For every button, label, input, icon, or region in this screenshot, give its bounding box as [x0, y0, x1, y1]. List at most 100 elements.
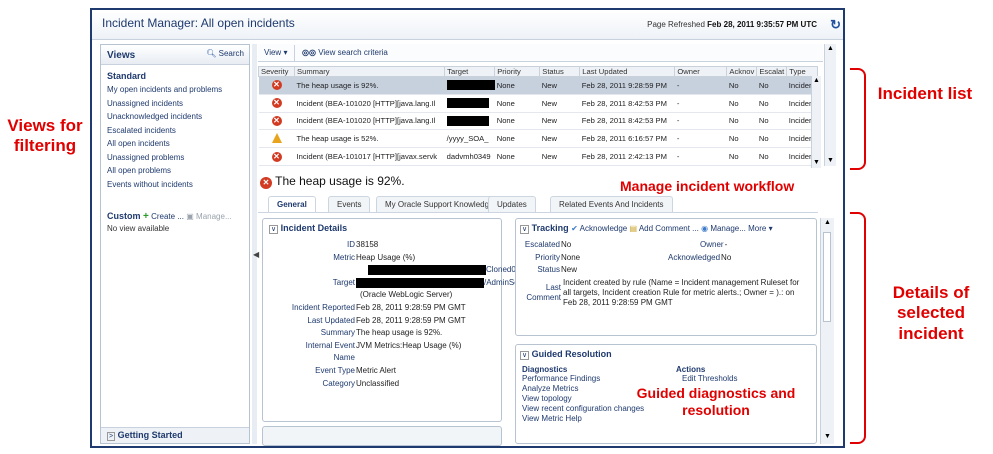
- severity-cell: ✕: [258, 147, 295, 166]
- table-row[interactable]: ✕ Incident (BEA-101020 [HTTP][java.lang.I…: [258, 112, 818, 131]
- chevron-down-icon: ▾: [283, 48, 288, 57]
- column-header[interactable]: Target: [444, 66, 496, 77]
- standard-view-link[interactable]: Unacknowledged incidents: [107, 110, 245, 124]
- add-comment-button[interactable]: ▤ Add Comment ...: [629, 224, 701, 233]
- table-row[interactable]: ✕ The heap usage is 92%. None New Feb 28, 20…: [258, 76, 818, 95]
- standard-view-link[interactable]: Unassigned problems: [107, 151, 245, 165]
- last-comment-value: Incident created by rule (Name = Inciden…: [563, 277, 800, 307]
- column-header[interactable]: Priority: [494, 66, 541, 77]
- field-value: Heap Usage (%): [356, 252, 416, 262]
- standard-view-link[interactable]: My open incidents and problems: [107, 83, 245, 97]
- add-comment-label: Add Comment ...: [638, 224, 699, 233]
- tracking-header[interactable]: ∨ Tracking: [520, 223, 571, 234]
- target-cell: [444, 76, 495, 95]
- last-updated-cell: Feb 28, 2011 9:28:59 PM: [579, 76, 675, 95]
- field-key: ID: [347, 240, 355, 249]
- actions-list: Edit Thresholds: [676, 374, 796, 384]
- tab-my-oracle-support-knowledge[interactable]: My Oracle Support Knowledge: [376, 196, 503, 212]
- acknowledged-cell: No: [726, 129, 757, 149]
- field-key: Target: [332, 277, 355, 287]
- escalated-cell: No: [756, 94, 787, 113]
- manage-incident-button[interactable]: ◉ Manage...: [701, 224, 748, 233]
- column-header[interactable]: Severity: [257, 66, 296, 77]
- incident-manager-window: Incident Manager: All open incidents Pag…: [90, 8, 845, 448]
- critical-icon: ✕: [271, 151, 282, 162]
- summary-cell: Incident (BEA-101020 [HTTP][java.lang.Il: [294, 94, 445, 113]
- field-key: Name: [333, 353, 355, 363]
- priority-cell: None: [494, 76, 540, 95]
- scroll-down-icon[interactable]: ▼: [825, 156, 836, 166]
- getting-started-section[interactable]: > Getting Started: [101, 427, 249, 443]
- detail-field-row: Internal EventJVM Metrics:Heap Usage (%): [267, 340, 501, 353]
- refresh-icon[interactable]: ↻: [830, 17, 841, 33]
- table-row[interactable]: ✕ Incident (BEA-101017 [HTTP][javax.servk…: [258, 147, 818, 166]
- incident-toolbar: View ▾ ◎◎ View search criteria: [258, 44, 823, 62]
- tab-updates[interactable]: Updates: [488, 196, 536, 212]
- redacted-target: [368, 265, 486, 276]
- getting-started-label: Getting Started: [117, 430, 183, 440]
- more-menu-button[interactable]: More ▾: [748, 224, 772, 233]
- table-inner-scrollbar[interactable]: ▲ ▼: [811, 76, 821, 168]
- table-scroll-up-icon[interactable]: ▲: [812, 76, 821, 86]
- comment-icon: ▤: [629, 224, 638, 233]
- manage-views-button[interactable]: ▣ Manage...: [186, 212, 231, 221]
- summary-cell: The heap usage is 92%.: [294, 76, 445, 95]
- toolbar-divider: [294, 45, 295, 61]
- field-key: Event Type: [315, 365, 355, 375]
- custom-views-row: Custom + Create ... ▣ Manage...: [107, 211, 245, 222]
- column-header[interactable]: Status: [539, 66, 581, 77]
- binoculars-icon: ◎◎: [302, 48, 316, 57]
- field-key: Category: [322, 378, 355, 388]
- panel-splitter[interactable]: [252, 44, 257, 444]
- standard-view-link[interactable]: Escalated incidents: [107, 124, 245, 138]
- standard-view-link[interactable]: All open problems: [107, 164, 245, 178]
- column-header[interactable]: Acknov: [726, 66, 758, 77]
- guided-resolution-header[interactable]: ∨ Guided Resolution: [520, 349, 612, 360]
- incident-list-brace: [850, 68, 866, 170]
- view-search-criteria-link[interactable]: ◎◎ View search criteria: [302, 48, 388, 57]
- column-header[interactable]: Last Updated: [579, 66, 676, 77]
- summary-cell: Incident (BEA-101017 [HTTP][javax.servk: [294, 147, 445, 166]
- acknowledged-value: No: [721, 252, 732, 262]
- incident-details-title: Incident Details: [280, 223, 348, 233]
- details-scroll-up-icon[interactable]: ▲: [821, 218, 834, 228]
- table-row[interactable]: The heap usage is 52%./yyyy_SOA_ None New F…: [258, 129, 818, 149]
- create-view-button[interactable]: + Create ...: [143, 211, 186, 222]
- tab-events[interactable]: Events: [328, 196, 371, 212]
- standard-view-link[interactable]: Unassigned incidents: [107, 97, 245, 111]
- detail-field-row: (Oracle WebLogic Server): [267, 289, 501, 302]
- target-cell: /yyyy_SOA_: [444, 129, 495, 149]
- collapse-left-icon[interactable]: ◀: [253, 250, 259, 259]
- views-search-link[interactable]: 🔍︎ Search: [206, 49, 244, 58]
- views-title: Views: [107, 50, 136, 61]
- critical-icon: ✕: [271, 98, 282, 109]
- acknowledge-button[interactable]: ✔ Acknowledge: [571, 224, 629, 233]
- details-scroll-down-icon[interactable]: ▼: [821, 432, 834, 442]
- field-key: Summary: [320, 328, 355, 338]
- tab-general[interactable]: General: [268, 196, 316, 212]
- column-header[interactable]: Escalat: [756, 66, 788, 77]
- incident-details-header[interactable]: ∨ Incident Details: [269, 223, 348, 234]
- column-header[interactable]: Owner: [674, 66, 728, 77]
- last-updated-cell: Feb 28, 2011 8:42:53 PM: [579, 112, 675, 131]
- scroll-up-icon[interactable]: ▲: [825, 44, 836, 54]
- more-label: More: [748, 224, 767, 233]
- incident-list-scrollbar[interactable]: ▲ ▼: [824, 44, 836, 166]
- priority-cell: None: [494, 94, 540, 113]
- column-header[interactable]: Summary: [294, 66, 446, 77]
- action-link[interactable]: Edit Thresholds: [682, 374, 796, 384]
- view-menu-button[interactable]: View ▾: [264, 48, 287, 57]
- standard-view-link[interactable]: All open incidents: [107, 137, 245, 151]
- table-row[interactable]: ✕ Incident (BEA-101020 [HTTP][java.lang.I…: [258, 94, 818, 113]
- incident-table-body: ✕ The heap usage is 92%. None New Feb 28, 20…: [258, 76, 818, 166]
- column-header[interactable]: Type: [786, 66, 818, 77]
- diagnostic-link[interactable]: Performance Findings: [522, 374, 672, 384]
- incident-details-panel: ∨ Incident Details ID38158 MetricHeap Usa…: [262, 218, 532, 422]
- details-scrollbar[interactable]: ▲ ▼: [820, 218, 834, 444]
- acknowledged-key: Acknowledged: [668, 252, 721, 262]
- table-scroll-down-icon[interactable]: ▼: [812, 158, 821, 168]
- standard-view-link[interactable]: Events without incidents: [107, 178, 245, 192]
- view-search-criteria-label: View search criteria: [318, 48, 388, 57]
- tab-related-events-and-incidents[interactable]: Related Events And Incidents: [550, 196, 673, 212]
- details-scroll-thumb[interactable]: [823, 232, 831, 322]
